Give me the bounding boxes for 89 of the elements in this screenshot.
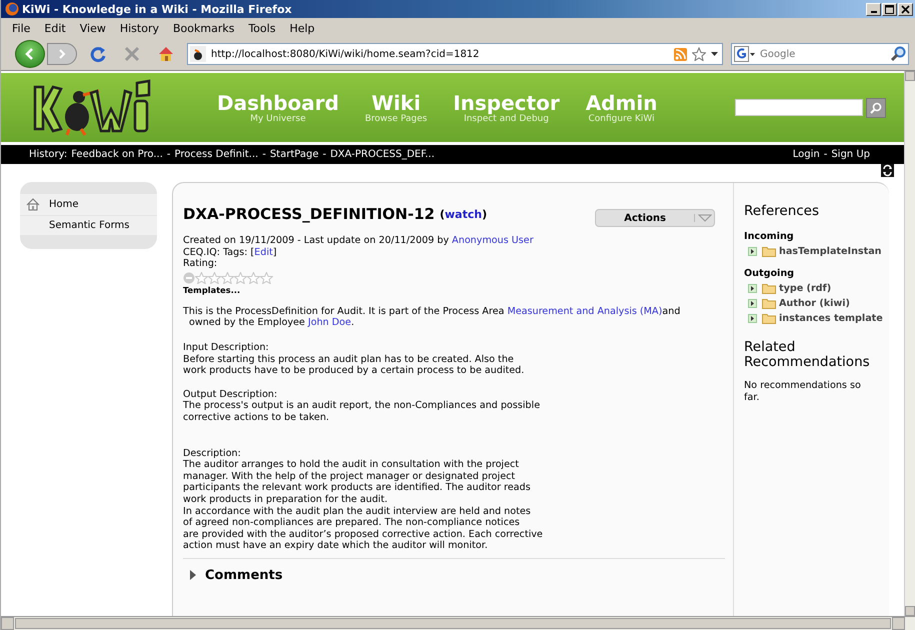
star-rating[interactable]: [195, 272, 273, 284]
search-icon: [890, 46, 906, 62]
expand-icon: [748, 314, 757, 323]
horizontal-scrollbar[interactable]: [1, 616, 915, 630]
star-icon: [692, 47, 706, 61]
actions-button[interactable]: Actions: [595, 209, 715, 227]
maximize-button[interactable]: [882, 2, 897, 16]
url-text: http://localhost:8080/KiWi/wiki/home.seam?cid=1812: [211, 48, 480, 60]
search-button[interactable]: [866, 98, 886, 118]
menu-item[interactable]: History: [112, 22, 166, 34]
section-text: Before starting this process an audit plan has to be created. Also the work products have to be produced by a certain process to be audited.: [183, 354, 526, 377]
caret-right-icon: [189, 570, 197, 580]
rating-label: Rating:: [183, 258, 218, 270]
menu-item[interactable]: View: [72, 22, 113, 34]
window-title: KiWi - Knowledge in a Wiki - Mozilla Firefox: [22, 2, 293, 16]
refresh-icon: [881, 164, 894, 177]
templates-link[interactable]: Templates...: [183, 284, 725, 295]
menu-item[interactable]: Bookmarks: [166, 22, 242, 34]
author-link[interactable]: Anonymous User: [452, 235, 534, 246]
page-title: DXA-PROCESS_DEFINITION-12: [183, 205, 435, 223]
folder-icon: [762, 283, 776, 294]
history-link[interactable]: StartPage: [270, 149, 319, 160]
history-link[interactable]: DXA-PROCESS_DEF...: [330, 149, 435, 160]
search-icon: [870, 102, 882, 114]
separator-dash: -: [262, 149, 266, 160]
comments-toggle[interactable]: Comments: [183, 568, 283, 583]
site-icon: [190, 46, 206, 62]
inline-link[interactable]: Measurement and Analysis (MA): [507, 306, 662, 317]
search-box[interactable]: Google: [731, 43, 909, 65]
group-label: Outgoing: [744, 268, 796, 279]
search-engine-icon: [734, 46, 756, 62]
folder-icon: [762, 246, 776, 257]
folder-icon: [762, 298, 776, 309]
references-heading: References: [744, 203, 820, 219]
site-search-field[interactable]: [735, 99, 863, 116]
menu-item[interactable]: Edit: [37, 22, 73, 34]
login-link[interactable]: Login: [792, 149, 820, 160]
history-label: History:: [29, 149, 68, 160]
address-field[interactable]: http://localhost:8080/KiWi/wiki/home.seam?cid=1812: [187, 43, 723, 65]
section-text: The process's output is an audit report, the non-Compliances and possible corrective actions to be taken.: [183, 400, 541, 424]
expand-icon: [748, 284, 757, 293]
dropdown-icon: [711, 52, 718, 56]
recommendations-text: No recommendations so far.: [744, 380, 862, 404]
section-heading: Description:: [183, 448, 242, 460]
maximize-icon: [885, 4, 894, 14]
section-heading: Output Description:: [183, 388, 278, 400]
back-button[interactable]: [15, 40, 45, 68]
home-icon: [157, 45, 175, 63]
close-button[interactable]: [898, 2, 913, 16]
sidebar-item[interactable]: Semantic Forms: [20, 216, 157, 235]
recommendations-heading: Related Recommendations: [744, 340, 871, 370]
firefox-icon: [5, 2, 19, 16]
minimize-icon: [870, 11, 876, 13]
clear-rating-icon: [183, 272, 195, 284]
section-heading: Input Description:: [183, 342, 270, 354]
menu-item[interactable]: Tools: [241, 22, 283, 34]
menu-item[interactable]: Help: [282, 22, 322, 34]
group-label: Incoming: [744, 231, 795, 242]
history-link[interactable]: Process Definit...: [174, 149, 258, 160]
reload-icon: [89, 45, 107, 63]
history-link[interactable]: Feedback on Pro...: [71, 149, 163, 160]
separator-dash: -: [322, 149, 326, 160]
folder-icon: [762, 313, 776, 324]
close-icon: [901, 4, 910, 14]
tree-item[interactable]: Author (kiwi): [744, 296, 889, 311]
edit-link[interactable]: Edit: [254, 246, 273, 258]
tree-item[interactable]: hasTemplateInstan: [744, 244, 889, 259]
menu-item[interactable]: File: [5, 22, 38, 34]
minimize-button[interactable]: [866, 2, 881, 16]
signup-link[interactable]: Sign Up: [831, 149, 870, 160]
tree-item[interactable]: instances template: [744, 311, 889, 326]
separator-dash: -: [166, 149, 170, 160]
sidebar-item[interactable]: Home: [20, 194, 157, 215]
separator-dash: -: [824, 149, 828, 160]
house-icon: [26, 198, 40, 211]
forward-button[interactable]: [47, 43, 77, 65]
watch-link[interactable]: (watch): [440, 208, 487, 220]
intro-paragraph: This is the ProcessDefinition for Audit. It is part of the Process Area Measurement and Analysis (MA)and owned by the Employee John Doe.: [183, 306, 682, 329]
rss-icon: [674, 48, 687, 60]
tags-line: CEQ.IQ: Tags: [Edit]: [183, 246, 278, 258]
dropdown-icon: [694, 214, 712, 222]
vertical-scrollbar[interactable]: [904, 71, 915, 616]
tree-item[interactable]: type (rdf): [744, 281, 889, 296]
section-text: The auditor arranges to hold the audit in consultation with the project manager. With the help of the project manager or designated project participants the relevant work products are identified. The auditor reads work products in preparation for the audit. In accordance with the audit plan the audit interview are held and notes of agreed non-compliances are prepared. The non-compliance notices are provided with the auditor’s proposed corrective action. Each corrective action must have an expiry date which the auditor will monitor.: [183, 459, 544, 552]
stop-icon: [123, 45, 141, 63]
expand-icon: [748, 247, 757, 256]
expand-icon: [748, 299, 757, 308]
page-metadata: Created on 19/11/2009 - Last update on 20/11/2009 by Anonymous User: [183, 235, 534, 247]
inline-link[interactable]: John Doe: [308, 317, 352, 328]
